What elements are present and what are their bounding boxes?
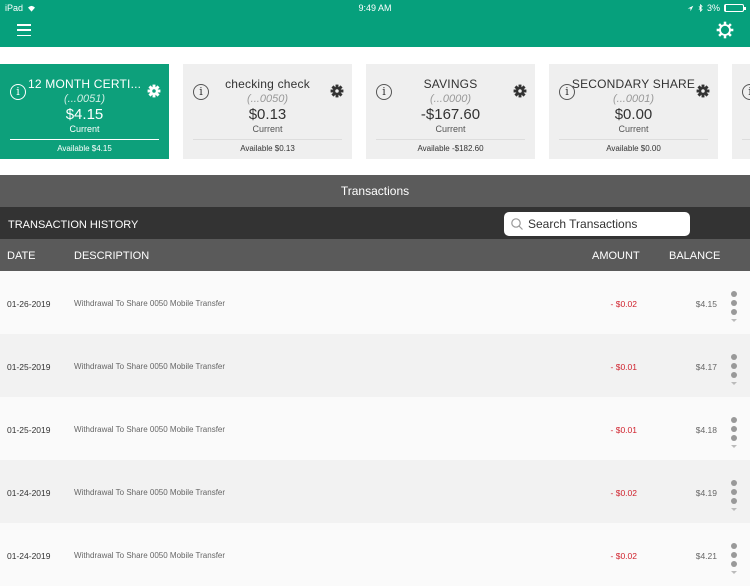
available-balance: Available -$182.60 (417, 144, 484, 153)
balance-label: Current (69, 124, 100, 134)
account-card[interactable]: i checking check (...0050) $0.13 Current… (183, 64, 352, 159)
more-options-icon[interactable] (729, 291, 739, 331)
account-balance: $0.00 (614, 106, 653, 123)
info-icon[interactable]: i (742, 84, 750, 100)
more-options-icon[interactable] (729, 417, 739, 457)
account-balance: $4.15 (65, 106, 104, 123)
divider (193, 139, 342, 140)
account-balance: -$167.60 (420, 106, 481, 123)
column-balance[interactable]: BALANCE (669, 250, 720, 262)
settings-gear-icon[interactable] (715, 20, 735, 40)
row-balance: $4.21 (695, 551, 717, 561)
account-card-partial[interactable]: i (732, 64, 750, 159)
column-amount[interactable]: AMOUNT (592, 250, 640, 262)
row-description: Withdrawal To Share 0050 Mobile Transfer (74, 425, 226, 434)
chevron-down-icon (731, 445, 737, 448)
row-amount: - $0.02 (610, 551, 637, 561)
row-date: 01-24-2019 (7, 488, 51, 498)
divider (559, 139, 708, 140)
row-balance: $4.18 (695, 425, 717, 435)
battery-icon (724, 4, 746, 12)
row-date: 01-25-2019 (7, 362, 51, 372)
divider (742, 139, 750, 140)
row-description: Withdrawal To Share 0050 Mobile Transfer (74, 362, 226, 371)
more-options-icon[interactable] (729, 480, 739, 520)
bluetooth-icon (698, 4, 703, 12)
account-cards: i 12 MONTH CERTI... (...0051) $4.15 Curr… (0, 64, 750, 159)
row-amount: - $0.02 (610, 488, 637, 498)
table-row[interactable]: 01-24-2019 Withdrawal To Share 0050 Mobi… (0, 460, 750, 523)
info-icon[interactable]: i (193, 84, 209, 100)
status-bar: iPad 9:49 AM 3% (0, 0, 750, 16)
row-amount: - $0.01 (610, 362, 637, 372)
row-amount: - $0.01 (610, 425, 637, 435)
transaction-history-bar: TRANSACTION HISTORY (0, 207, 750, 239)
account-card[interactable]: i SAVINGS (...0000) -$167.60 Current Ava… (366, 64, 535, 159)
row-description: Withdrawal To Share 0050 Mobile Transfer (74, 551, 226, 560)
balance-label: Current (252, 124, 283, 134)
table-header: DATE DESCRIPTION AMOUNT BALANCE (0, 239, 750, 271)
column-date[interactable]: DATE (7, 250, 36, 262)
available-balance: Available $0.13 (240, 144, 295, 153)
chevron-down-icon (731, 319, 737, 322)
row-date: 01-24-2019 (7, 551, 51, 561)
search-icon (511, 218, 523, 230)
more-options-icon[interactable] (729, 354, 739, 394)
row-balance: $4.19 (695, 488, 717, 498)
row-date: 01-26-2019 (7, 299, 51, 309)
hamburger-menu-icon[interactable] (17, 24, 31, 36)
more-options-icon[interactable] (729, 543, 739, 583)
account-card[interactable]: i SECONDARY SHARE (...0001) $0.00 Curren… (549, 64, 718, 159)
table-row[interactable]: 01-26-2019 Withdrawal To Share 0050 Mobi… (0, 271, 750, 334)
divider (376, 139, 525, 140)
table-row[interactable]: 01-25-2019 Withdrawal To Share 0050 Mobi… (0, 397, 750, 460)
account-settings-gear-icon[interactable] (696, 84, 710, 98)
info-icon[interactable]: i (376, 84, 392, 100)
row-balance: $4.17 (695, 362, 717, 372)
app-header: iPad 9:49 AM 3% (0, 0, 750, 47)
battery-percent: 3% (706, 3, 720, 13)
balance-label: Current (435, 124, 466, 134)
available-balance: Available $4.15 (57, 144, 112, 153)
chevron-down-icon (731, 382, 737, 385)
search-field[interactable] (504, 212, 690, 236)
row-date: 01-25-2019 (7, 425, 51, 435)
account-settings-gear-icon[interactable] (513, 84, 527, 98)
balance-label: Current (618, 124, 649, 134)
row-description: Withdrawal To Share 0050 Mobile Transfer (74, 299, 226, 308)
account-balance: $0.13 (248, 106, 287, 123)
account-settings-gear-icon[interactable] (330, 84, 344, 98)
info-icon[interactable]: i (10, 84, 26, 100)
column-description[interactable]: DESCRIPTION (74, 250, 149, 262)
search-input[interactable] (528, 217, 678, 231)
status-time: 9:49 AM (358, 3, 392, 13)
account-card[interactable]: i 12 MONTH CERTI... (...0051) $4.15 Curr… (0, 64, 169, 159)
table-row[interactable]: 01-24-2019 Withdrawal To Share 0050 Mobi… (0, 523, 750, 586)
transactions-title: Transactions (0, 175, 750, 207)
location-icon (687, 5, 694, 11)
account-settings-gear-icon[interactable] (147, 84, 161, 98)
chevron-down-icon (731, 571, 737, 574)
available-balance: Available $0.00 (606, 144, 661, 153)
transaction-list: 01-26-2019 Withdrawal To Share 0050 Mobi… (0, 271, 750, 586)
row-description: Withdrawal To Share 0050 Mobile Transfer (74, 488, 226, 497)
row-balance: $4.15 (695, 299, 717, 309)
transaction-history-label: TRANSACTION HISTORY (8, 219, 139, 231)
info-icon[interactable]: i (559, 84, 575, 100)
table-row[interactable]: 01-25-2019 Withdrawal To Share 0050 Mobi… (0, 334, 750, 397)
row-amount: - $0.02 (610, 299, 637, 309)
divider (10, 139, 159, 140)
chevron-down-icon (731, 508, 737, 511)
